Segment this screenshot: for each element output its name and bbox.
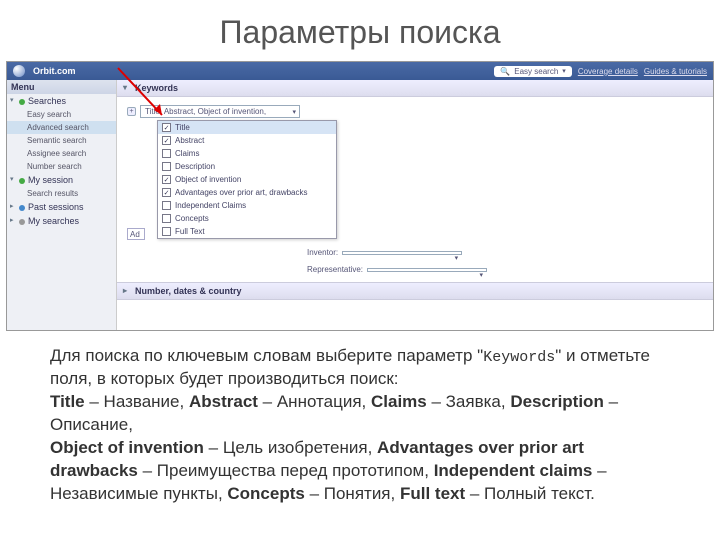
search-icon: 🔍 — [500, 67, 510, 76]
small-input[interactable] — [127, 228, 145, 240]
chevron-down-icon: ▾ — [562, 67, 566, 75]
dropdown-option-label: Full Text — [175, 227, 205, 236]
panel-numbers-dates[interactable]: Number, dates & country — [117, 282, 713, 300]
sidebar-item[interactable]: Number search — [7, 160, 116, 173]
dropdown-option-label: Object of invention — [175, 175, 241, 184]
dropdown-option[interactable]: Concepts — [158, 212, 336, 225]
sidebar-group[interactable]: My session — [7, 173, 116, 187]
dropdown-option-label: Description — [175, 162, 215, 171]
sidebar-item[interactable]: Assignee search — [7, 147, 116, 160]
checkbox-icon[interactable] — [162, 149, 171, 158]
brand-text: Orbit.com — [33, 66, 76, 76]
sidebar-item[interactable]: Advanced search — [7, 121, 116, 134]
checkbox-icon[interactable] — [162, 162, 171, 171]
dropdown-option[interactable]: ✓ Abstract — [158, 134, 336, 147]
dropdown-option[interactable]: Description — [158, 160, 336, 173]
dropdown-option[interactable]: ✓ Object of invention — [158, 173, 336, 186]
sidebar-item[interactable]: Easy search — [7, 108, 116, 121]
checkbox-icon[interactable]: ✓ — [162, 188, 171, 197]
checkbox-icon[interactable] — [162, 201, 171, 210]
dropdown-option-label: Concepts — [175, 214, 209, 223]
dropdown-option[interactable]: Claims — [158, 147, 336, 160]
coverage-link[interactable]: Coverage details — [578, 67, 638, 76]
caption-text: Для поиска по ключевым словам выберите п… — [50, 345, 670, 506]
dropdown-option-label: Advantages over prior art, drawbacks — [175, 188, 308, 197]
dropdown-option-label: Independent Claims — [175, 201, 246, 210]
sidebar-item[interactable]: Search results — [7, 187, 116, 200]
dropdown-option[interactable]: ✓Title — [158, 121, 336, 134]
dropdown-option-label: Abstract — [175, 136, 204, 145]
guides-link[interactable]: Guides & tutorials — [644, 67, 707, 76]
pointer-arrow — [110, 60, 180, 135]
sidebar-header: Menu — [7, 80, 116, 94]
inventor-combo[interactable]: ▾ — [342, 251, 462, 255]
sidebar-item[interactable]: Semantic search — [7, 134, 116, 147]
panel-keywords[interactable]: Keywords — [117, 80, 713, 97]
easy-search-pill[interactable]: 🔍 Easy search ▾ — [494, 66, 572, 77]
chevron-down-icon: ▾ — [292, 108, 296, 116]
dropdown-option[interactable]: Independent Claims — [158, 199, 336, 212]
dropdown-option-label: Claims — [175, 149, 199, 158]
checkbox-icon[interactable] — [162, 214, 171, 223]
dropdown-option[interactable]: Full Text — [158, 225, 336, 238]
sidebar-group[interactable]: Past sessions — [7, 200, 116, 214]
sidebar-group[interactable]: My searches — [7, 214, 116, 228]
checkbox-icon[interactable]: ✓ — [162, 136, 171, 145]
checkbox-icon[interactable]: ✓ — [162, 175, 171, 184]
content-area: Keywords + Title, Abstract, Object of in… — [117, 80, 713, 330]
keywords-dropdown[interactable]: ✓Title ✓ Abstract Claims Description ✓ Object … — [157, 120, 337, 239]
checkbox-icon[interactable] — [162, 227, 171, 236]
dropdown-option[interactable]: ✓ Advantages over prior art, drawbacks — [158, 186, 336, 199]
sidebar: Menu SearchesEasy searchAdvanced searchS… — [7, 80, 117, 330]
sidebar-group[interactable]: Searches — [7, 94, 116, 108]
representative-combo[interactable]: ▾ — [367, 268, 487, 272]
logo-icon — [13, 65, 25, 77]
inventor-label: Inventor: — [307, 248, 338, 257]
representative-label: Representative: — [307, 265, 363, 274]
easy-search-label: Easy search — [514, 67, 558, 76]
slide-title: Параметры поиска — [0, 0, 720, 61]
